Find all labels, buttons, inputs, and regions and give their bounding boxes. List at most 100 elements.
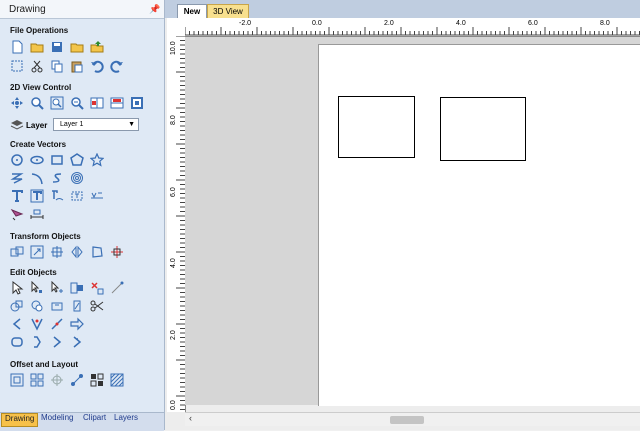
section-2d-view-control: 2D View Control	[10, 83, 72, 92]
ruler-label: 4.0	[170, 258, 177, 268]
smooth-icon[interactable]	[50, 317, 64, 331]
rectangle-icon[interactable]	[50, 153, 64, 167]
import-icon[interactable]	[90, 40, 104, 54]
redo-icon[interactable]	[110, 59, 124, 73]
section-edit-objects: Edit Objects	[10, 268, 57, 277]
rounded-rect-icon[interactable]	[10, 335, 24, 349]
align-icon[interactable]	[110, 245, 124, 259]
ruler-label: 6.0	[528, 20, 538, 27]
dimension-icon[interactable]	[10, 207, 24, 221]
node-edit-icon[interactable]	[30, 281, 44, 295]
intersect-icon[interactable]	[50, 299, 64, 313]
rotate-icon[interactable]	[50, 245, 64, 259]
zoom-icon[interactable]	[30, 96, 44, 110]
tab-3d-view[interactable]: 3D View	[207, 4, 249, 18]
circle-icon[interactable]	[10, 153, 24, 167]
text-icon[interactable]	[10, 189, 24, 203]
nest-parts-icon[interactable]	[90, 373, 104, 387]
spiral-icon[interactable]	[70, 171, 84, 185]
node-add-icon[interactable]	[50, 281, 64, 295]
polygon-icon[interactable]	[70, 153, 84, 167]
cut-icon[interactable]	[30, 59, 44, 73]
text-baseline-icon[interactable]	[90, 189, 104, 203]
chevron-down-icon: ▼	[128, 121, 135, 128]
tab-new[interactable]: New	[177, 4, 207, 18]
distort-icon[interactable]	[90, 245, 104, 259]
horizontal-scrollbar[interactable]: ‹	[185, 412, 640, 426]
tab-clipart[interactable]: Clipart	[80, 413, 109, 425]
ruler-vertical	[167, 36, 186, 412]
chevron-left-icon[interactable]	[10, 317, 24, 331]
section-transform-objects: Transform Objects	[10, 232, 81, 241]
text-on-curve-icon[interactable]	[50, 189, 64, 203]
tab-layers[interactable]: Layers	[111, 413, 141, 425]
fill-pattern-icon[interactable]	[110, 373, 124, 387]
circular-array-icon[interactable]	[50, 373, 64, 387]
open-folder-icon[interactable]	[30, 40, 44, 54]
arc-icon[interactable]	[30, 171, 44, 185]
chevron-right-icon[interactable]	[70, 335, 84, 349]
section-create-vectors: Create Vectors	[10, 140, 67, 149]
arrow-right-icon[interactable]	[70, 317, 84, 331]
ruler-label: 0.0	[170, 400, 177, 410]
section-file-operations: File Operations	[10, 26, 69, 35]
tab-drawing[interactable]: Drawing	[1, 413, 39, 427]
vector-rectangle[interactable]	[440, 97, 526, 161]
ellipse-icon[interactable]	[30, 153, 44, 167]
undo-icon[interactable]	[90, 59, 104, 73]
offset-icon[interactable]	[10, 373, 24, 387]
fillet-icon[interactable]	[30, 317, 44, 331]
scrollbar-thumb[interactable]	[390, 416, 424, 424]
select-all-icon[interactable]	[10, 59, 24, 73]
ruler-label: 6.0	[170, 187, 177, 197]
ruler-label: 2.0	[384, 20, 394, 27]
panel-header: Drawing 📌	[0, 0, 164, 19]
trim-icon[interactable]	[70, 281, 84, 295]
extend-icon[interactable]	[110, 281, 124, 295]
pan-icon[interactable]	[10, 96, 24, 110]
layer-select-value: Layer 1	[60, 121, 84, 128]
weld-icon[interactable]	[10, 299, 24, 313]
save-icon[interactable]	[50, 40, 64, 54]
text-arc-icon[interactable]	[70, 189, 84, 203]
scissors-icon[interactable]	[90, 299, 104, 313]
copy-icon[interactable]	[50, 59, 64, 73]
scroll-left-icon[interactable]: ‹	[189, 413, 192, 423]
new-file-icon[interactable]	[10, 40, 24, 54]
ruler-label: 10.0	[170, 41, 177, 55]
paste-icon[interactable]	[70, 59, 84, 73]
mirror-icon[interactable]	[70, 245, 84, 259]
curve-icon[interactable]	[50, 171, 64, 185]
view-grid-icon[interactable]	[130, 96, 144, 110]
view-split-icon[interactable]	[90, 96, 104, 110]
copy-along-vector-icon[interactable]	[70, 373, 84, 387]
move-icon[interactable]	[10, 245, 24, 259]
ruler-label: 2.0	[170, 330, 177, 340]
panel-title: Drawing	[9, 4, 46, 15]
subtract-icon[interactable]	[30, 299, 44, 313]
polyline-icon[interactable]	[10, 171, 24, 185]
bracket-icon[interactable]	[30, 335, 44, 349]
text-frame-icon[interactable]	[30, 189, 44, 203]
array-copy-icon[interactable]	[30, 373, 44, 387]
zoom-extents-icon[interactable]	[50, 96, 64, 110]
join-icon[interactable]	[70, 299, 84, 313]
view-layout-icon[interactable]	[110, 96, 124, 110]
ruler-label: 4.0	[456, 20, 466, 27]
zoom-selection-icon[interactable]	[70, 96, 84, 110]
layer-label: Layer	[26, 121, 48, 130]
select-arrow-icon[interactable]	[10, 281, 24, 295]
scale-icon[interactable]	[30, 245, 44, 259]
tab-modeling[interactable]: Modeling	[38, 413, 76, 425]
pin-icon[interactable]: 📌	[149, 4, 160, 15]
ruler-corner	[167, 18, 185, 36]
delete-node-icon[interactable]	[90, 281, 104, 295]
ruler-label: 8.0	[600, 20, 610, 27]
open-folder-2-icon[interactable]	[70, 40, 84, 54]
layer-select[interactable]: Layer 1 ▼	[53, 118, 139, 131]
star-icon[interactable]	[90, 153, 104, 167]
vector-rectangle[interactable]	[338, 96, 415, 158]
corner-icon[interactable]	[50, 335, 64, 349]
ruler-label: -2.0	[239, 20, 252, 27]
measure-icon[interactable]	[30, 207, 44, 221]
